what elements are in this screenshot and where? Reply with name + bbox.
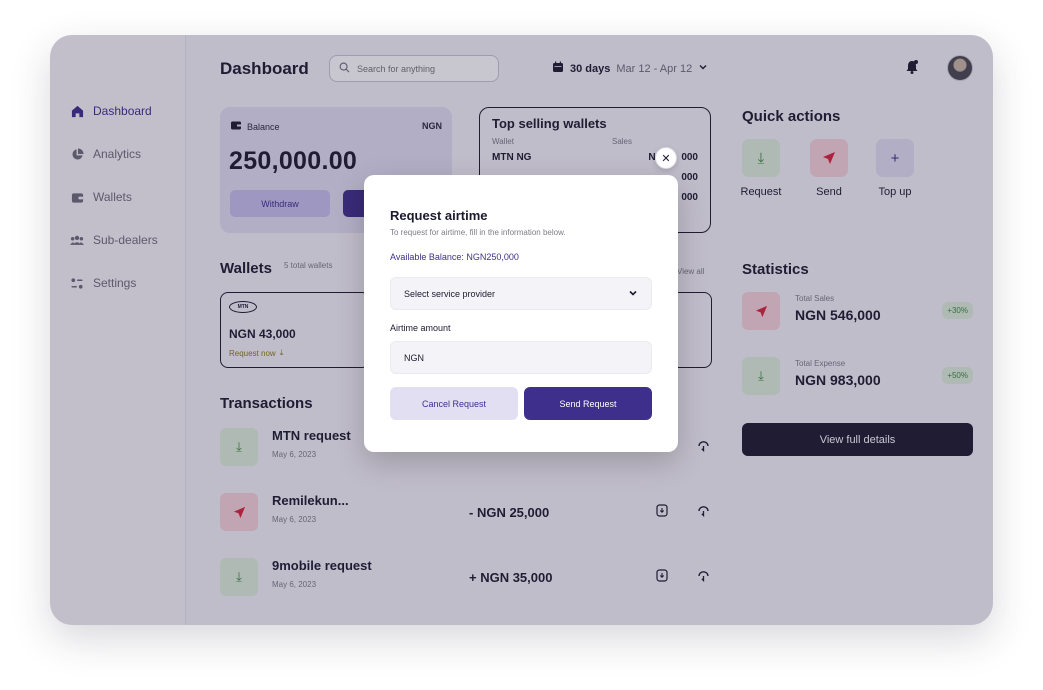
app-window: Dashboard Analytics Wallets Sub-dealers … bbox=[50, 35, 993, 625]
airtime-amount-label: Airtime amount bbox=[390, 323, 451, 333]
available-balance: Available Balance: NGN250,000 bbox=[390, 252, 519, 262]
modal-title: Request airtime bbox=[390, 208, 488, 223]
request-airtime-modal: Request airtime To request for airtime, … bbox=[364, 175, 678, 452]
service-provider-value: Select service provider bbox=[404, 288, 496, 299]
send-request-button[interactable]: Send Request bbox=[524, 387, 652, 420]
service-provider-select[interactable]: Select service provider bbox=[390, 277, 652, 310]
modal-subtitle: To request for airtime, fill in the info… bbox=[390, 228, 566, 237]
close-icon[interactable]: ✕ bbox=[655, 147, 677, 169]
airtime-amount-input[interactable] bbox=[390, 341, 652, 374]
cancel-request-button[interactable]: Cancel Request bbox=[390, 387, 518, 420]
chevron-down-icon bbox=[628, 288, 638, 300]
